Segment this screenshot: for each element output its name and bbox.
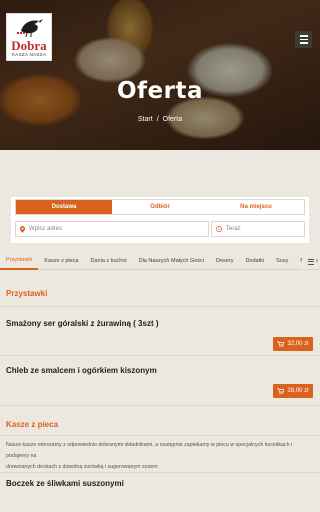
mode-dine-in-button[interactable]: Na miejscu — [208, 200, 304, 214]
page-title: Oferta — [116, 78, 203, 104]
section-title: Przystawki — [6, 289, 48, 298]
brand-tagline: KASZA NASZA — [11, 52, 47, 57]
list-icon — [308, 258, 314, 260]
hamburger-icon — [299, 35, 308, 37]
mode-pickup-button[interactable]: Odbiór — [112, 200, 208, 214]
more-categories-button[interactable] — [306, 257, 316, 266]
tab-dania-z-kuchni[interactable]: Dania z kuchni — [85, 253, 133, 270]
time-select[interactable]: Teraz — [211, 221, 305, 237]
category-tabs: Przystawki Kasze z pieca Dania z kuchni … — [0, 253, 320, 270]
menu-item-name: Smażony ser góralski z żurawiną ( 3szt ) — [6, 319, 159, 328]
tab-desery[interactable]: Desery — [210, 253, 239, 270]
item-price: 28,00 zł — [287, 388, 309, 394]
tab-kasze-z-pieca[interactable]: Kasze z pieca — [38, 253, 84, 270]
clock-icon — [216, 226, 222, 232]
section-description: Nasze kasze mieszamy z odpowiednio dobra… — [6, 442, 293, 470]
divider — [0, 435, 320, 436]
breadcrumb-current: Oferta — [162, 116, 183, 123]
add-to-cart-button[interactable]: 32,00 zł — [273, 337, 313, 351]
brand-name: Dobra — [11, 38, 47, 53]
breadcrumb-home-link[interactable]: Start — [138, 116, 153, 123]
section-title: Kasze z pieca — [6, 420, 59, 429]
item-price: 32,00 zł — [287, 341, 309, 347]
breadcrumb: Start / Oferta — [0, 116, 320, 123]
address-placeholder: Wpisz adres — [29, 226, 63, 232]
divider — [0, 472, 320, 473]
tab-przystawki[interactable]: Przystawki — [0, 253, 39, 270]
menu-item-name: Boczek ze śliwkami suszonymi — [6, 479, 124, 488]
time-placeholder: Teraz — [226, 226, 241, 232]
brand-logo[interactable]: Dobra KASZA NASZA — [6, 13, 52, 61]
map-pin-icon — [20, 225, 25, 233]
tab-dla-malych-gosci[interactable]: Dla Naszych Małych Gości — [133, 253, 210, 270]
divider — [0, 355, 320, 356]
breadcrumb-separator: / — [156, 116, 159, 123]
hamburger-menu-button[interactable] — [295, 31, 312, 48]
bird-logo-icon — [17, 19, 43, 37]
tab-dodatki[interactable]: Dodatki — [239, 253, 270, 270]
cart-icon — [277, 341, 285, 347]
order-mode-selector: Dostawa Odbiór Na miejscu — [15, 199, 305, 215]
address-input[interactable]: Wpisz adres — [15, 221, 209, 237]
tab-sosy[interactable]: Sosy — [270, 253, 294, 270]
divider — [0, 306, 320, 307]
mode-delivery-button[interactable]: Dostawa — [16, 200, 112, 214]
order-options-panel: Dostawa Odbiór Na miejscu Wpisz adres Te… — [11, 197, 309, 243]
cart-icon — [277, 388, 285, 394]
add-to-cart-button[interactable]: 28,00 zł — [273, 384, 313, 398]
menu-item-name: Chleb ze smalcem i ogórkiem kiszonym — [6, 366, 157, 375]
divider — [0, 405, 320, 406]
